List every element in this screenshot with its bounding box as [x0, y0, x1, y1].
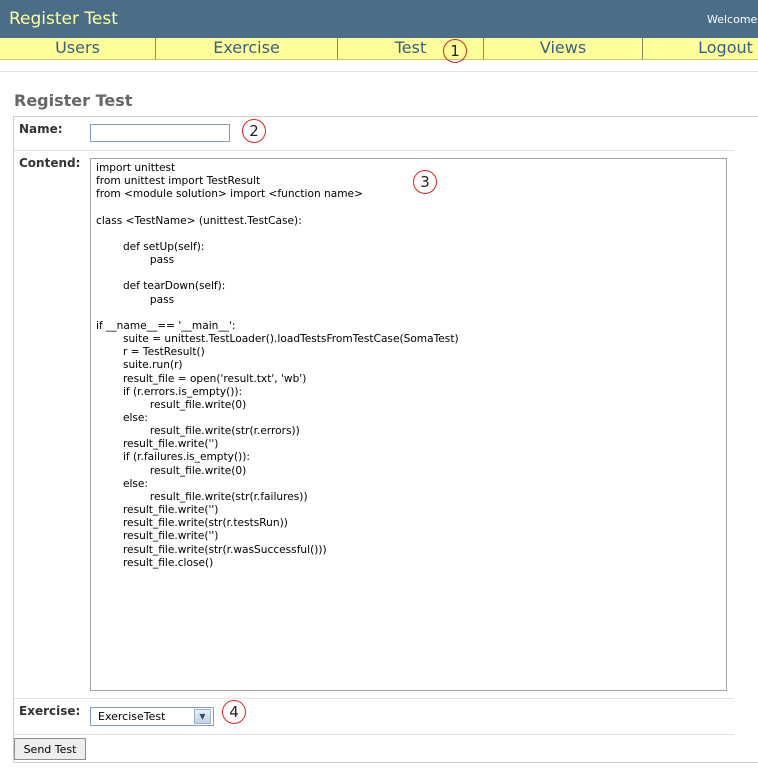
header-divider [0, 71, 758, 72]
callout-marker-3: 3 [413, 170, 437, 194]
row-divider [14, 150, 734, 151]
callout-marker-4: 4 [222, 700, 246, 724]
nav-item-views[interactable]: Views [483, 38, 642, 59]
top-header-bar: Register Test Welcome [0, 0, 758, 38]
nav-item-exercise[interactable]: Exercise [155, 38, 337, 59]
callout-marker-2: 2 [242, 119, 266, 143]
name-input[interactable] [90, 124, 230, 142]
send-test-button[interactable]: Send Test [14, 738, 86, 760]
name-label: Name: [19, 122, 63, 136]
row-divider [14, 698, 734, 699]
main-navigation: Users Exercise Test Views Logout [0, 38, 758, 60]
chevron-down-icon[interactable]: ▼ [194, 709, 211, 724]
contend-textarea[interactable]: import unittest from unittest import Tes… [90, 158, 727, 691]
exercise-select[interactable]: ExerciseTest ▼ [90, 707, 214, 726]
exercise-label: Exercise: [19, 704, 81, 718]
app-title: Register Test [9, 9, 118, 29]
welcome-text: Welcome [707, 13, 758, 26]
exercise-selected-value: ExerciseTest [98, 710, 166, 723]
contend-label: Contend: [19, 156, 81, 170]
form-bottom-border [13, 762, 758, 763]
callout-marker-1: 1 [443, 39, 467, 63]
nav-item-logout[interactable]: Logout [642, 38, 758, 59]
nav-item-users[interactable]: Users [0, 38, 155, 59]
row-divider [14, 734, 734, 735]
page-title: Register Test [14, 91, 133, 110]
